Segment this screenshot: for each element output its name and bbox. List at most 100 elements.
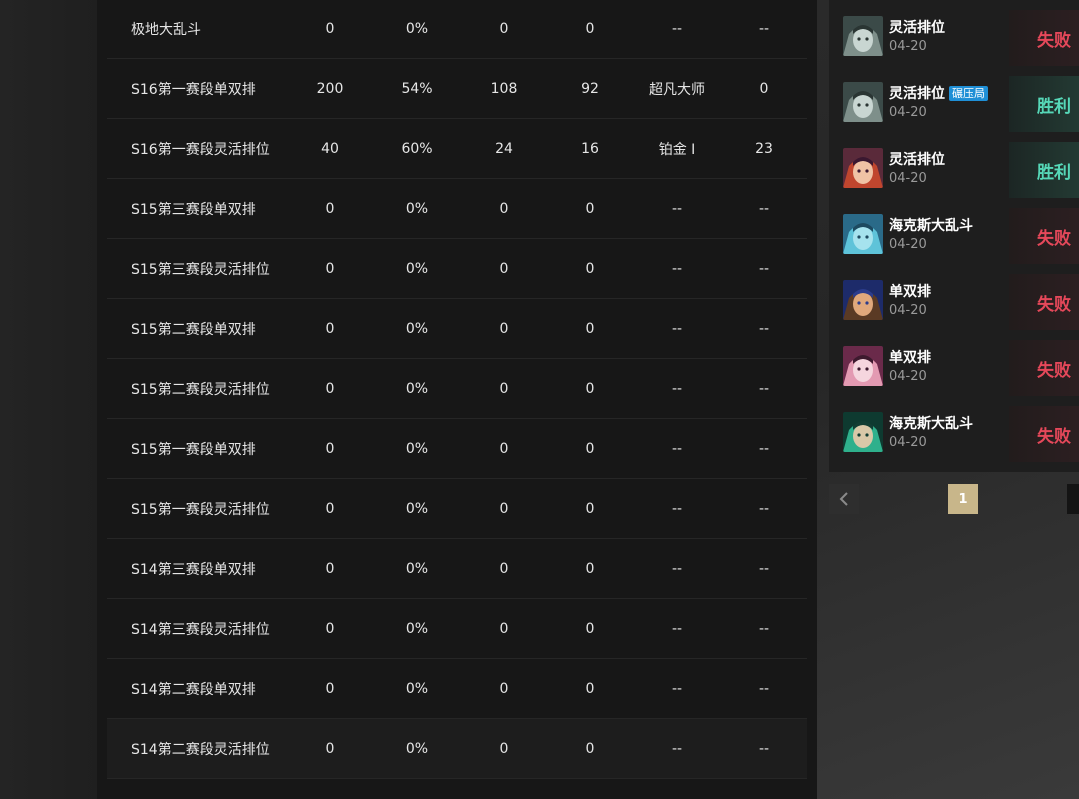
table-row[interactable]: S15第二赛段单双排 0 0% 0 0 -- -- <box>107 299 807 359</box>
rank-tier: -- <box>671 380 683 397</box>
queue-name: S15第一赛段灵活排位 <box>131 501 270 518</box>
total-games: 0 <box>325 380 335 397</box>
losses: 0 <box>585 260 595 277</box>
queue-name: S15第二赛段单双排 <box>131 321 256 338</box>
wins: 0 <box>499 200 509 217</box>
wins: 108 <box>490 80 518 97</box>
queue-name: S15第一赛段单双排 <box>131 441 256 458</box>
total-games: 200 <box>316 80 344 97</box>
match-list-item[interactable]: 海克斯大乱斗 04-20 失败 <box>829 396 1079 462</box>
rank-tier: -- <box>671 260 683 277</box>
wins: 0 <box>499 21 509 37</box>
pagination-prev-button[interactable] <box>829 484 859 514</box>
queue-name: S16第一赛段单双排 <box>131 81 256 98</box>
rank-tier: -- <box>671 21 683 37</box>
wins: 0 <box>499 320 509 337</box>
queue-name: 极地大乱斗 <box>131 22 201 38</box>
armored-knight-icon <box>843 82 883 122</box>
match-mode-label: 灵活排位 <box>889 86 945 102</box>
match-result: 胜利 <box>1009 76 1079 132</box>
match-mode-label: 灵活排位 <box>889 152 945 168</box>
wins: 0 <box>499 560 509 577</box>
match-date: 04-20 <box>889 369 927 384</box>
table-row[interactable]: S14第三赛段灵活排位 0 0% 0 0 -- -- <box>107 599 807 659</box>
match-list-item[interactable]: 灵活排位 碾压局 04-20 胜利 <box>829 66 1079 132</box>
match-list-item[interactable]: 灵活排位 04-20 胜利 <box>829 132 1079 198</box>
win-rate: 0% <box>405 680 429 697</box>
rank-tier: -- <box>671 680 683 697</box>
chevron-left-icon <box>839 492 848 506</box>
match-date: 04-20 <box>889 435 927 450</box>
total-games: 0 <box>325 320 335 337</box>
league-points: -- <box>758 260 770 277</box>
table-row[interactable]: S16第一赛段单双排 200 54% 108 92 超凡大师 0 <box>107 59 807 119</box>
rank-stats-panel: 极地大乱斗 0 0% 0 0 -- -- S16第一赛段单双排 200 54% 108 92 超凡大师 0… <box>97 0 817 799</box>
losses: 0 <box>585 320 595 337</box>
table-row[interactable]: S15第一赛段灵活排位 0 0% 0 0 -- -- <box>107 479 807 539</box>
rank-tier: -- <box>671 560 683 577</box>
rank-tier: 铂金 Ⅰ <box>658 141 696 158</box>
total-games: 0 <box>325 740 335 757</box>
armored-knight-icon <box>843 16 883 56</box>
match-mode: 单双排 <box>889 347 931 367</box>
queue-name: S14第三赛段灵活排位 <box>131 621 270 638</box>
wins: 24 <box>495 140 513 157</box>
table-row[interactable]: S15第三赛段灵活排位 0 0% 0 0 -- -- <box>107 239 807 299</box>
queue-name: S14第三赛段单双排 <box>131 561 256 578</box>
wins: 0 <box>499 620 509 637</box>
total-games: 0 <box>325 680 335 697</box>
table-row[interactable]: S14第二赛段灵活排位 0 0% 0 0 -- -- <box>107 719 807 779</box>
match-result: 失败 <box>1009 208 1079 264</box>
match-date: 04-20 <box>889 303 927 318</box>
win-rate: 0% <box>405 440 429 457</box>
match-date: 04-20 <box>889 39 927 54</box>
match-result: 失败 <box>1009 10 1079 66</box>
rank-tier: -- <box>671 620 683 637</box>
losses: 16 <box>581 140 599 157</box>
table-row[interactable]: S14第二赛段单双排 0 0% 0 0 -- -- <box>107 659 807 719</box>
rank-tier: -- <box>671 200 683 217</box>
table-row[interactable]: S15第三赛段单双排 0 0% 0 0 -- -- <box>107 179 807 239</box>
match-mode: 单双排 <box>889 281 931 301</box>
table-row[interactable]: S15第二赛段灵活排位 0 0% 0 0 -- -- <box>107 359 807 419</box>
match-list-item[interactable]: 灵活排位 04-20 失败 <box>829 0 1079 66</box>
win-rate: 60% <box>401 140 433 157</box>
table-row[interactable]: S16第一赛段灵活排位 40 60% 24 16 铂金 Ⅰ 23 <box>107 119 807 179</box>
match-mode: 灵活排位 <box>889 17 945 37</box>
losses: 0 <box>585 440 595 457</box>
league-points: -- <box>758 320 770 337</box>
table-row[interactable]: S15第一赛段单双排 0 0% 0 0 -- -- <box>107 419 807 479</box>
match-result: 失败 <box>1009 340 1079 396</box>
match-history-list: 灵活排位 04-20 失败 灵活排位 碾压局 04-20 胜利 灵活排位 04-20 胜利 海克斯大… <box>829 0 1079 472</box>
match-mode-label: 海克斯大乱斗 <box>889 218 973 234</box>
rank-tier: -- <box>671 740 683 757</box>
match-list-item[interactable]: 海克斯大乱斗 04-20 失败 <box>829 198 1079 264</box>
league-points: -- <box>758 740 770 757</box>
total-games: 0 <box>325 560 335 577</box>
table-row[interactable]: S14第三赛段单双排 0 0% 0 0 -- -- <box>107 539 807 599</box>
left-gutter <box>0 0 97 799</box>
win-rate: 0% <box>405 740 429 757</box>
league-points: -- <box>758 500 770 517</box>
match-list-item[interactable]: 单双排 04-20 失败 <box>829 264 1079 330</box>
match-date: 04-20 <box>889 171 927 186</box>
losses: 0 <box>585 200 595 217</box>
total-games: 0 <box>325 260 335 277</box>
table-row[interactable]: 极地大乱斗 0 0% 0 0 -- -- <box>107 0 807 59</box>
stomp-badge: 碾压局 <box>949 85 988 101</box>
losses: 0 <box>585 380 595 397</box>
pagination-page-1[interactable]: 1 <box>948 484 978 514</box>
queue-name: S14第二赛段单双排 <box>131 681 256 698</box>
wins: 0 <box>499 260 509 277</box>
total-games: 0 <box>325 500 335 517</box>
pagination-next-button[interactable] <box>1067 484 1079 514</box>
match-mode: 海克斯大乱斗 <box>889 215 973 235</box>
pink-haired-yordle-icon <box>843 346 883 386</box>
rank-tier: -- <box>671 500 683 517</box>
win-rate: 0% <box>405 21 429 37</box>
match-mode: 灵活排位 碾压局 <box>889 83 988 103</box>
queue-name: S15第二赛段灵活排位 <box>131 381 270 398</box>
match-list-item[interactable]: 单双排 04-20 失败 <box>829 330 1079 396</box>
league-points: -- <box>758 620 770 637</box>
match-date: 04-20 <box>889 105 927 120</box>
